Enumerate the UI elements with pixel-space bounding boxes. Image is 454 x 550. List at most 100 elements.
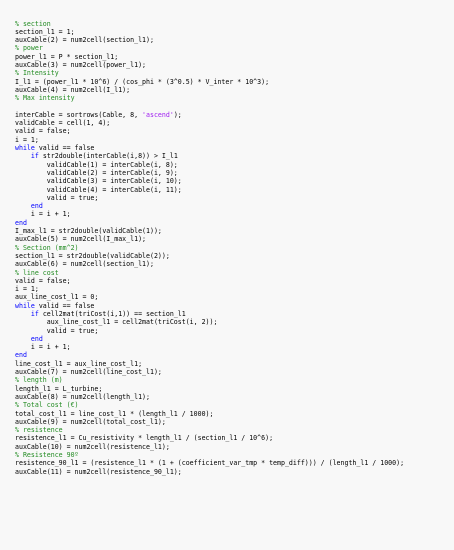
code-line[interactable]: auxCable(3) = num2cell(power_l1);	[15, 61, 454, 69]
code-text: validCable(4) = interCable(i, 11);	[15, 185, 182, 194]
code-line[interactable]: end	[15, 202, 454, 210]
code-line[interactable]: auxCable(9) = num2cell(total_cost_l1);	[15, 418, 454, 426]
code-text: resistence_l1 = Cu_resistivity * length_…	[15, 434, 274, 443]
code-text: auxCable(7) = num2cell(line_cost_l1);	[15, 368, 162, 377]
code-line[interactable]: auxCable(8) = num2cell(length_l1);	[15, 393, 454, 401]
code-line[interactable]: end	[15, 351, 454, 359]
code-text: auxCable(3) = num2cell(power_l1);	[15, 61, 147, 70]
code-line[interactable]: resistence_90_l1 = (resistence_l1 * (1 +…	[15, 459, 454, 467]
code-text: resistence_90_l1 = (resistence_l1 * (1 +…	[15, 459, 405, 468]
code-text: auxCable(9) = num2cell(total_cost_l1);	[15, 417, 166, 426]
code-line[interactable]: % Resistence 90º	[15, 451, 454, 459]
code-line[interactable]: while valid == false	[15, 144, 454, 152]
code-line[interactable]: if str2double(interCable(i,8)) > I_l1	[15, 152, 454, 160]
code-line[interactable]: valid = true;	[15, 327, 454, 335]
code-line[interactable]: % resistence	[15, 426, 454, 434]
code-line[interactable]: validCable = cell(1, 4);	[15, 119, 454, 127]
code-line[interactable]: % Section (mm^2)	[15, 244, 454, 252]
code-line[interactable]: % Max intensity	[15, 94, 454, 102]
code-text: valid == false	[34, 144, 95, 153]
code-line[interactable]: validCable(3) = interCable(i, 10);	[15, 177, 454, 185]
code-line[interactable]: section_l1 = str2double(validCable(2));	[15, 252, 454, 260]
code-text: section_l1 = str2double(validCable(2));	[15, 251, 170, 260]
code-line[interactable]: I_l1 = (power_l1 * 10^6) / (cos_phi * (3…	[15, 78, 454, 86]
code-line[interactable]: auxCable(6) = num2cell(section_l1);	[15, 260, 454, 268]
code-comment: % Intensity	[15, 69, 59, 78]
code-line[interactable]: validCable(2) = interCable(i, 9);	[15, 169, 454, 177]
code-text: i = 1;	[15, 285, 39, 294]
code-keyword: if	[30, 152, 39, 161]
code-comment: % resistence	[15, 426, 63, 435]
code-text: aux_line_cost_l1 = cell2mat(triCost(i, 2…	[15, 318, 218, 327]
code-text: i = 1;	[15, 135, 39, 144]
code-line[interactable]: aux_line_cost_l1 = cell2mat(triCost(i, 2…	[15, 318, 454, 326]
code-line[interactable]: interCable = sortrows(Cable, 8, 'ascend'…	[15, 111, 454, 119]
code-line[interactable]: resistence_l1 = Cu_resistivity * length_…	[15, 434, 454, 442]
code-line[interactable]: auxCable(4) = num2cell(I_l1);	[15, 86, 454, 94]
code-text: length_l1 = L_turbine;	[15, 384, 103, 393]
code-line[interactable]: end	[15, 335, 454, 343]
code-line[interactable]: % line cost	[15, 269, 454, 277]
code-text: auxCable(4) = num2cell(I_l1);	[15, 85, 131, 94]
code-lines: % section section_l1 = 1; auxCable(2) = nu…	[15, 20, 454, 476]
code-text: auxCable(6) = num2cell(section_l1);	[15, 260, 154, 269]
code-editor[interactable]: % section section_l1 = 1; auxCable(2) = nu…	[0, 0, 454, 550]
code-line[interactable]: if cell2mat(triCost(i,1)) == section_l1	[15, 310, 454, 318]
code-text: valid = false;	[15, 127, 71, 136]
code-text: power_l1 = P * section_l1;	[15, 52, 119, 61]
code-text: str2double(interCable(i,8)) > I_l1	[38, 152, 178, 161]
code-line[interactable]: i = 1;	[15, 136, 454, 144]
code-text: );	[173, 110, 182, 119]
code-line[interactable]: % section	[15, 20, 454, 28]
code-line[interactable]	[15, 103, 454, 111]
code-line[interactable]: auxCable(11) = num2cell(resistence_90_l1…	[15, 468, 454, 476]
code-comment: % Max intensity	[15, 94, 75, 103]
code-line[interactable]: i = i + 1;	[15, 210, 454, 218]
code-line[interactable]: while valid == false	[15, 302, 454, 310]
code-line[interactable]: % Total cost (€)	[15, 401, 454, 409]
code-line[interactable]: valid = false;	[15, 127, 454, 135]
code-line[interactable]: aux_line_cost_l1 = 0;	[15, 293, 454, 301]
code-line[interactable]: % Intensity	[15, 69, 454, 77]
code-text: aux_line_cost_l1 = 0;	[15, 293, 99, 302]
code-text: auxCable(8) = num2cell(length_l1);	[15, 392, 150, 401]
code-line[interactable]: i = 1;	[15, 285, 454, 293]
code-line[interactable]: length_l1 = L_turbine;	[15, 385, 454, 393]
code-line[interactable]: power_l1 = P * section_l1;	[15, 53, 454, 61]
code-line[interactable]: line_cost_l1 = aux_line_cost_l1;	[15, 360, 454, 368]
code-text: i = i + 1;	[15, 210, 71, 219]
code-text: validCable(1) = interCable(i, 8);	[15, 160, 178, 169]
code-line[interactable]: total_cost_l1 = line_cost_l1 * (length_l…	[15, 410, 454, 418]
code-line[interactable]: I_max_l1 = str2double(validCable(1));	[15, 227, 454, 235]
code-text: interCable = sortrows(Cable, 8,	[15, 110, 143, 119]
code-comment: % length (m)	[15, 376, 63, 385]
code-line[interactable]: i = i + 1;	[15, 343, 454, 351]
code-text: auxCable(10) = num2cell(resistence_l1);	[15, 442, 170, 451]
code-line[interactable]: validCable(1) = interCable(i, 8);	[15, 161, 454, 169]
code-line[interactable]: % length (m)	[15, 376, 454, 384]
code-line[interactable]: section_l1 = 1;	[15, 28, 454, 36]
code-keyword: end	[15, 218, 27, 227]
code-text: I_l1 = (power_l1 * 10^6) / (cos_phi * (3…	[15, 77, 270, 86]
code-text: cell2mat(triCost(i,1)) == section_l1	[38, 309, 186, 318]
code-line[interactable]: valid = false;	[15, 277, 454, 285]
code-line[interactable]: valid = true;	[15, 194, 454, 202]
code-keyword: end	[30, 334, 43, 343]
code-line[interactable]: % power	[15, 44, 454, 52]
code-line[interactable]: auxCable(2) = num2cell(section_l1);	[15, 36, 454, 44]
code-line[interactable]: auxCable(5) = num2cell(I_max_l1);	[15, 235, 454, 243]
code-text: valid = false;	[15, 276, 71, 285]
code-comment: % line cost	[15, 268, 59, 277]
code-text: validCable(3) = interCable(i, 10);	[15, 177, 182, 186]
code-line[interactable]: auxCable(7) = num2cell(line_cost_l1);	[15, 368, 454, 376]
code-line[interactable]: end	[15, 219, 454, 227]
code-comment: % Resistence 90º	[15, 451, 79, 460]
code-string: 'ascend'	[142, 110, 174, 119]
code-line[interactable]: validCable(4) = interCable(i, 11);	[15, 186, 454, 194]
code-line[interactable]: auxCable(10) = num2cell(resistence_l1);	[15, 443, 454, 451]
code-text: validCable = cell(1, 4);	[15, 119, 111, 128]
